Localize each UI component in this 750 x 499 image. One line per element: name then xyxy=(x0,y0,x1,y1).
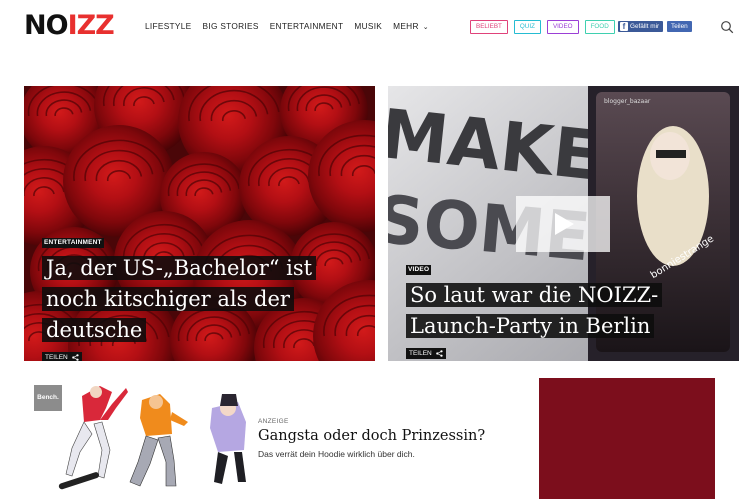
category-badge[interactable]: ENTERTAINMENT xyxy=(42,238,104,248)
tag-quiz[interactable]: QUIZ xyxy=(513,20,541,34)
logo-text-no: NO xyxy=(24,10,69,41)
search-icon[interactable] xyxy=(720,20,734,34)
share-icon xyxy=(71,354,79,361)
main-nav: LIFESTYLE BIG STORIES ENTERTAINMENT MUSI… xyxy=(145,20,429,34)
video-play-button[interactable] xyxy=(516,196,610,252)
tag-links: BELIEBT QUIZ VIDEO FOOD xyxy=(470,20,615,34)
feature-headline[interactable]: So laut war die NOIZZ- Launch-Party in B… xyxy=(406,280,663,342)
facebook-share-button[interactable]: Teilen xyxy=(667,21,692,32)
share-button[interactable]: TEILEN xyxy=(406,348,446,359)
feature-card-content: VIDEO So laut war die NOIZZ- Launch-Part… xyxy=(406,258,663,360)
share-button[interactable]: TEILEN xyxy=(42,352,82,361)
ad-banner-placeholder[interactable] xyxy=(539,378,715,499)
headline-line-1: Ja, der US-„Bachelor“ ist xyxy=(42,256,317,280)
tag-video[interactable]: VIDEO xyxy=(546,20,579,34)
share-label: TEILEN xyxy=(409,350,432,357)
noizz-logo[interactable]: NO IZZ xyxy=(24,10,115,41)
share-icon xyxy=(435,350,443,357)
ad-label: ANZEIGE xyxy=(258,418,289,425)
tag-food[interactable]: FOOD xyxy=(584,20,615,34)
facebook-icon: f xyxy=(620,22,628,31)
hoodie-illustration xyxy=(58,386,246,490)
feature-card-content: ENTERTAINMENT Ja, der US-„Bachelor“ ist … xyxy=(42,231,317,361)
share-label: TEILEN xyxy=(45,354,68,361)
nav-item-entertainment[interactable]: ENTERTAINMENT xyxy=(270,20,344,34)
nav-item-lifestyle[interactable]: LIFESTYLE xyxy=(145,20,192,34)
site-header: NO IZZ LIFESTYLE BIG STORIES ENTERTAINMEN… xyxy=(0,0,750,55)
nav-item-big-stories[interactable]: BIG STORIES xyxy=(203,20,259,34)
tag-beliebt[interactable]: BELIEBT xyxy=(470,20,508,34)
ad-title[interactable]: Gangsta oder doch Prinzessin? xyxy=(258,427,485,445)
bench-brand-logo: Bench. xyxy=(34,385,62,411)
phone-username: blogger_bazaar xyxy=(604,98,651,105)
headline-line-3: deutsche xyxy=(42,318,147,342)
feature-card-bachelor[interactable]: ENTERTAINMENT Ja, der US-„Bachelor“ ist … xyxy=(24,86,375,361)
headline-line-1: So laut war die NOIZZ- xyxy=(406,283,663,307)
nav-item-musik[interactable]: MUSIK xyxy=(354,20,382,34)
headline-line-2: noch kitschiger als der xyxy=(42,287,294,311)
ad-subtitle: Das verrät dein Hoodie wirklich über dic… xyxy=(258,449,415,459)
headline-line-2: Launch-Party in Berlin xyxy=(406,314,655,338)
sponsored-teaser[interactable]: Bench. ANZEIGE Gangsta oder doch Prinzes… xyxy=(24,378,524,499)
facebook-like-button[interactable]: f Gefällt mir xyxy=(618,21,664,32)
nav-item-mehr-label: MEHR xyxy=(393,21,419,31)
category-badge[interactable]: VIDEO xyxy=(406,265,432,275)
feature-headline[interactable]: Ja, der US-„Bachelor“ ist noch kitschige… xyxy=(42,253,317,346)
nav-item-mehr[interactable]: MEHR ⌄ xyxy=(393,20,429,34)
chevron-down-icon: ⌄ xyxy=(422,24,429,31)
facebook-like-label: Gefällt mir xyxy=(630,23,660,30)
play-icon xyxy=(555,213,574,235)
ad-text: ANZEIGE Gangsta oder doch Prinzessin? Da… xyxy=(258,418,485,459)
logo-text-izz: IZZ xyxy=(67,10,115,41)
feature-card-launch-party[interactable]: MAKE SOME blogger_bazaar bonniestrange V… xyxy=(388,86,739,361)
